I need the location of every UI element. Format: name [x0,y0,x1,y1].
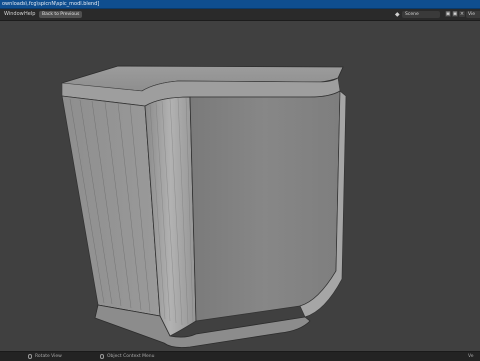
menu-help[interactable]: Help [24,9,35,20]
left-door [61,95,161,317]
window-title: ownloads\.fcg\spicnN\spic_modl.blend] [2,1,100,7]
scene-icon: ◆ [395,11,400,18]
delete-scene-icon[interactable]: × [459,11,465,17]
3d-viewport[interactable] [0,21,480,351]
new-scene-icon[interactable]: ▣ [452,11,458,17]
mouse-icon [28,354,32,359]
scene-name: Scene [405,12,419,17]
title-bar: ownloads\.fcg\spicnN\spic_modl.blend] [0,0,480,9]
front-face [189,90,341,322]
view-layer-label: Vie [468,12,475,17]
menu-window[interactable]: Window [4,9,24,20]
back-to-previous-button[interactable]: Back to Previous [39,11,83,18]
top-bar: Window Help Back to Previous ◆ Scene ▣ ▣… [0,9,480,21]
cabinet-model [60,65,347,348]
browse-scene-icon[interactable]: ▣ [445,11,451,17]
mouse-right-icon [100,354,104,359]
